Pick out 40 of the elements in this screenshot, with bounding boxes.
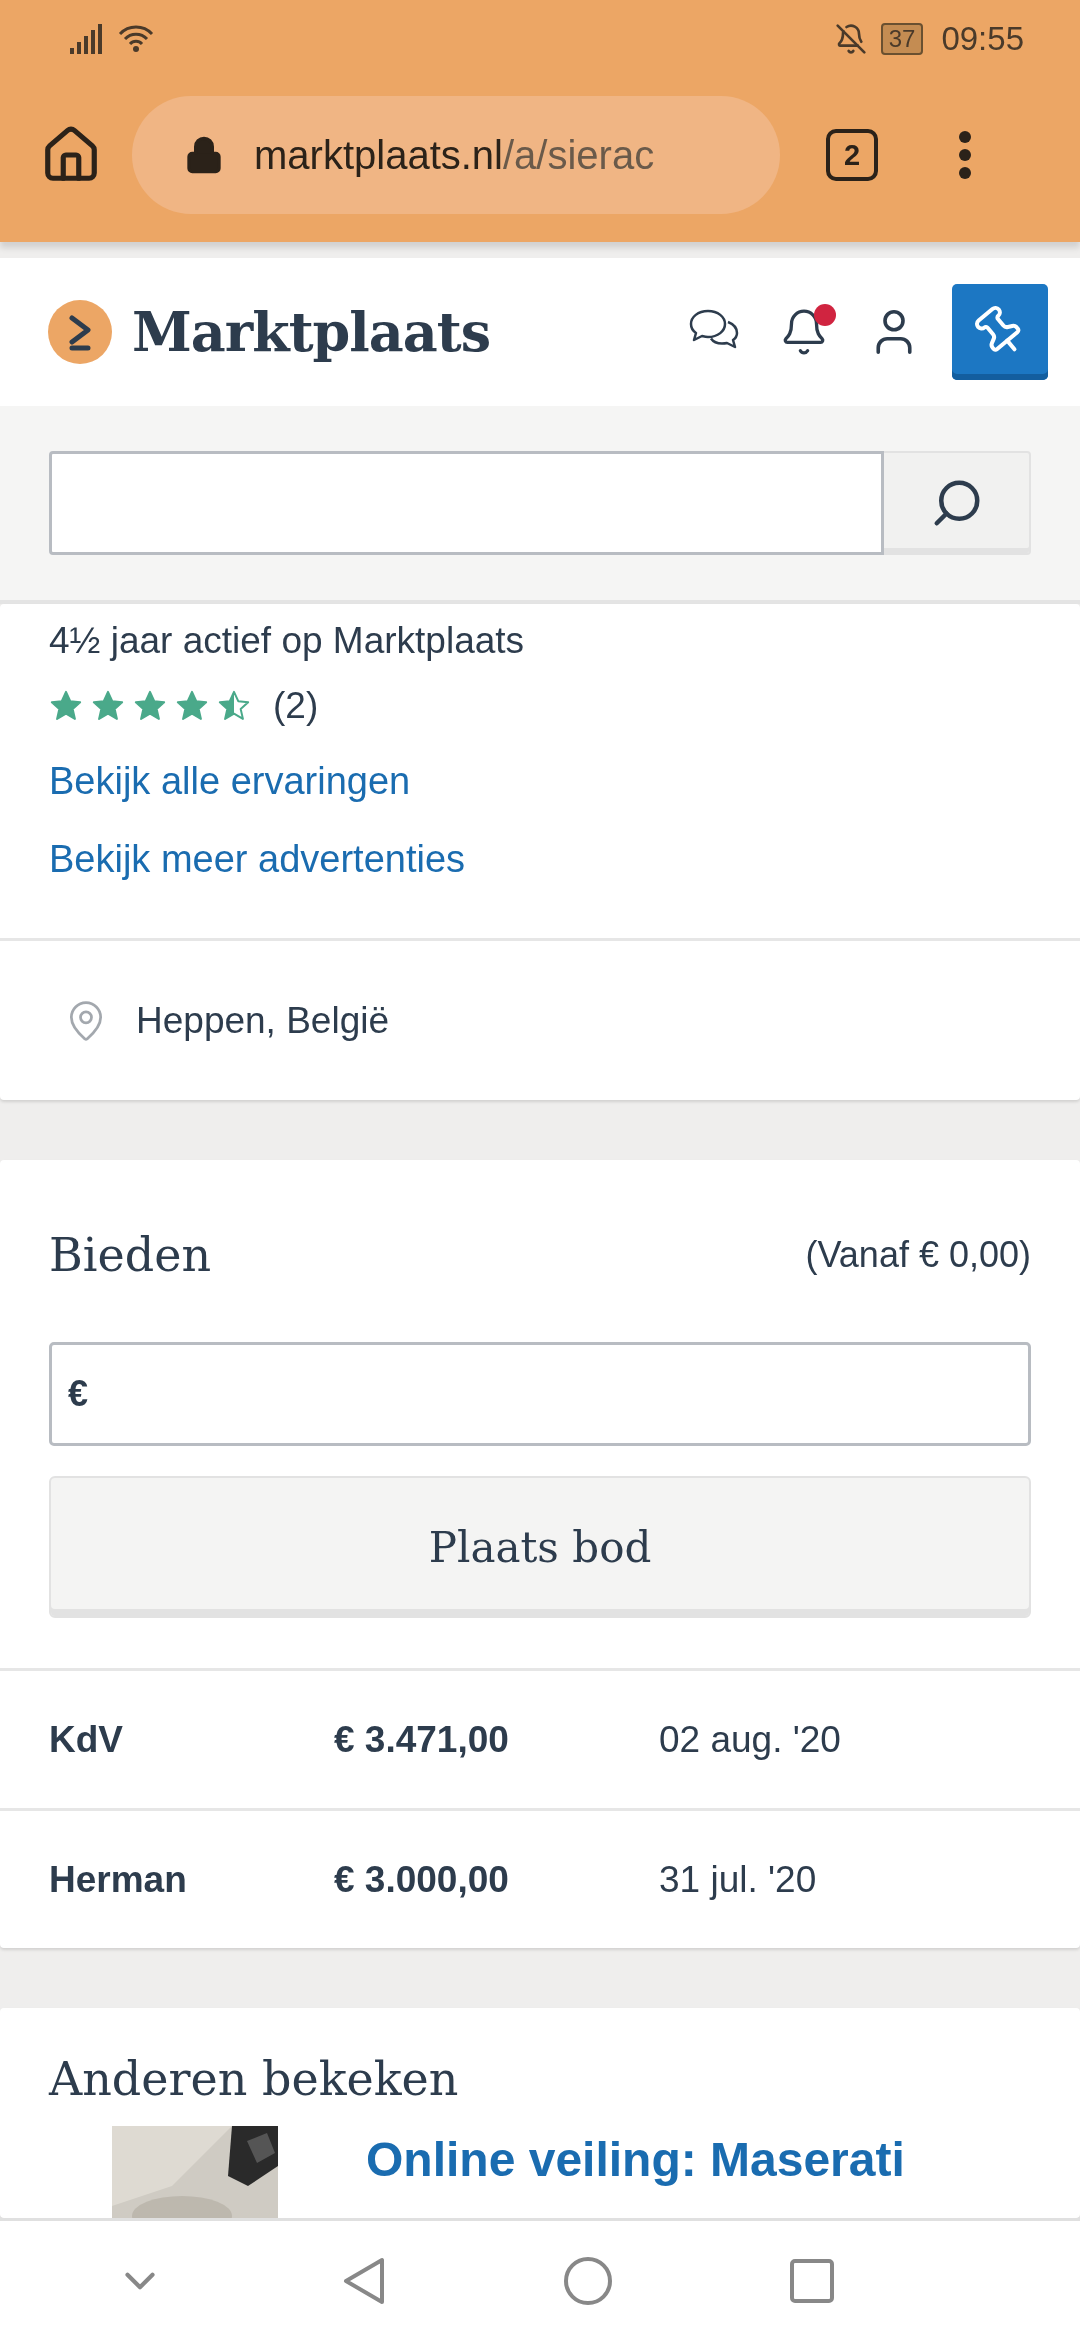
search-field[interactable] (49, 451, 884, 555)
bid-date: 31 jul. '20 (659, 1858, 817, 1901)
back-icon (342, 2255, 386, 2306)
menu-icon[interactable] (958, 130, 972, 180)
star-icon (217, 689, 251, 723)
bidder-name: KdV (49, 1718, 124, 1761)
logo-icon (48, 300, 112, 364)
bid-amount: € 3.471,00 (334, 1718, 510, 1761)
search-button[interactable] (884, 451, 1031, 555)
status-time: 09:55 (941, 20, 1024, 58)
bid-date: 02 aug. '20 (659, 1718, 841, 1761)
seller-activity: 4½ jaar actief op Marktplaats (49, 619, 525, 663)
lock-icon (184, 135, 224, 175)
home-circle-icon (563, 2255, 613, 2306)
listing-title-link[interactable]: Online veiling: Maserati (366, 2132, 905, 2218)
bidding-title: Bieden (49, 1228, 212, 1282)
battery-level: 37 (880, 23, 924, 55)
bidder-name: Herman (49, 1858, 188, 1901)
seller-link[interactable]: Bekijk meer advertenties (49, 820, 466, 898)
wifi-icon (118, 24, 154, 54)
currency-symbol: € (68, 1373, 89, 1415)
muted-bell-icon (834, 23, 867, 55)
bid-amount-field[interactable]: € (49, 1342, 1031, 1446)
star-icon (91, 689, 125, 723)
logo[interactable]: Marktplaats (132, 300, 491, 364)
review-count: (2) (273, 685, 319, 727)
tab-count-button[interactable]: 2 (826, 129, 878, 181)
place-bid-button[interactable]: Plaats bod (49, 1476, 1031, 1618)
address-bar[interactable]: marktplaats.nl/a/sierac (132, 96, 780, 214)
minimum-bid: (Vanaf € 0,00) (805, 1234, 1031, 1276)
pin-button[interactable] (952, 284, 1048, 380)
signal-icon (70, 24, 104, 54)
star-icon (175, 689, 209, 723)
seller-link[interactable]: Bekijk alle ervaringen (49, 742, 411, 820)
star-icon (49, 689, 83, 723)
recent-apps-icon (790, 2258, 834, 2303)
seller-location: Heppen, België (136, 999, 390, 1042)
bid-amount: € 3.000,00 (334, 1858, 510, 1901)
section-title: Anderen bekeken (49, 2052, 460, 2106)
star-icon (133, 689, 167, 723)
